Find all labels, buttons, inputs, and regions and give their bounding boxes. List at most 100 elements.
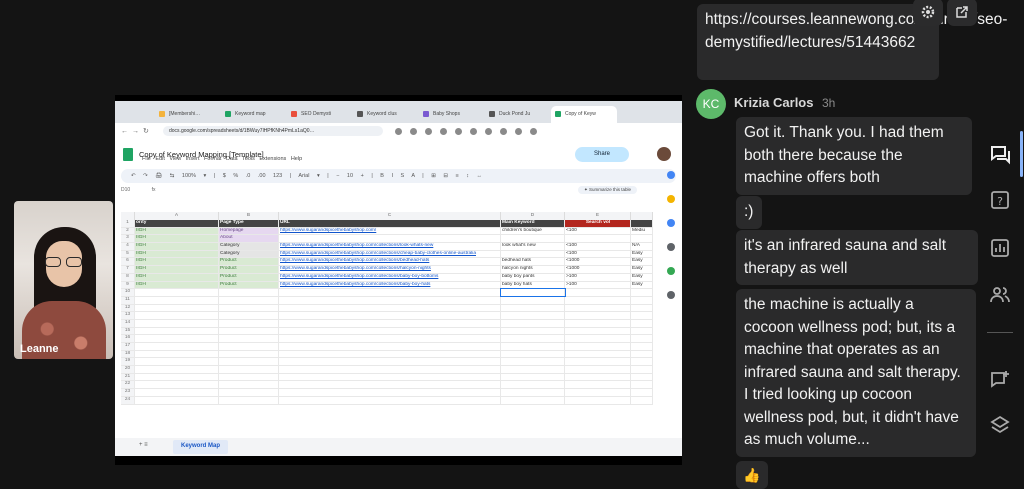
participant-video-tile[interactable]: Leanne xyxy=(14,201,113,359)
avatar[interactable]: KC xyxy=(696,89,726,119)
difficulty-cell[interactable] xyxy=(631,373,653,381)
table-row[interactable]: 20 xyxy=(121,366,653,374)
priority-cell[interactable] xyxy=(135,304,219,312)
summarize-table-button[interactable]: ✦ Summarize this table xyxy=(578,186,638,194)
search-vol-cell[interactable] xyxy=(565,381,631,389)
search-vol-cell[interactable] xyxy=(565,350,631,358)
priority-cell[interactable] xyxy=(135,389,219,396)
keyword-cell[interactable] xyxy=(501,389,565,396)
priority-cell[interactable] xyxy=(135,396,219,404)
keyword-cell[interactable]: baby boy hats xyxy=(501,281,565,289)
url-cell[interactable] xyxy=(279,343,501,350)
page-type-cell[interactable] xyxy=(219,373,279,381)
chat-message[interactable]: the machine is actually a cocoon wellnes… xyxy=(736,289,976,457)
priority-cell[interactable] xyxy=(135,296,219,304)
link-message[interactable]: https://courses.leannewong.co/courses/se… xyxy=(697,4,1007,80)
url-cell[interactable] xyxy=(279,358,501,366)
table-row[interactable]: 15 xyxy=(121,327,653,336)
difficulty-cell[interactable] xyxy=(631,366,653,373)
keyword-cell[interactable] xyxy=(501,358,565,366)
table-row[interactable]: 19 xyxy=(121,358,653,367)
table-row[interactable]: 5 IIGH Category https://www.sugarandspiceth… xyxy=(121,250,653,259)
page-type-cell[interactable] xyxy=(219,366,279,373)
table-row[interactable]: 18 xyxy=(121,350,653,359)
search-vol-cell[interactable]: <1000 xyxy=(565,258,631,266)
keyword-cell[interactable] xyxy=(501,343,565,350)
url-cell[interactable] xyxy=(279,296,501,304)
url-cell[interactable] xyxy=(279,304,501,312)
header-search-vol[interactable]: Search vol xyxy=(565,220,631,227)
page-type-cell[interactable] xyxy=(219,389,279,396)
cell-reference[interactable]: D10 xyxy=(121,187,130,193)
column-letter[interactable]: B xyxy=(219,212,279,220)
url-cell[interactable] xyxy=(279,327,501,335)
priority-cell[interactable]: IIGH xyxy=(135,235,219,243)
url-cell[interactable]: https://www.sugarandspicethebabyshop.com… xyxy=(279,227,501,235)
difficulty-cell[interactable]: Easy xyxy=(631,266,653,273)
priority-cell[interactable] xyxy=(135,312,219,319)
keyword-cell[interactable] xyxy=(501,396,565,404)
priority-cell[interactable] xyxy=(135,358,219,366)
header-page-type[interactable]: Page Type xyxy=(219,220,279,227)
question-icon[interactable]: ? xyxy=(989,189,1011,211)
priority-cell[interactable] xyxy=(135,381,219,389)
table-row[interactable]: 8 IIGH Product https://www.sugarandspicethe… xyxy=(121,273,653,282)
priority-cell[interactable]: IIGH xyxy=(135,281,219,289)
thumbs-up-reaction[interactable]: 👍 xyxy=(736,461,768,489)
difficulty-cell[interactable] xyxy=(631,335,653,342)
url-cell[interactable] xyxy=(279,350,501,358)
chat-message[interactable]: Got it. Thank you. I had them both there… xyxy=(736,117,972,195)
difficulty-cell[interactable] xyxy=(631,319,653,327)
sheet-grid[interactable]: A B C D E 1 ority Page Type URL Main Key… xyxy=(121,212,653,405)
table-row[interactable]: 23 xyxy=(121,389,653,397)
url-cell[interactable]: https://www.sugarandspicethebabyshop.com… xyxy=(279,250,501,258)
priority-cell[interactable] xyxy=(135,289,219,296)
table-row[interactable]: 13 xyxy=(121,312,653,320)
keyword-cell[interactable] xyxy=(501,366,565,373)
url-cell[interactable]: https://www.sugarandspicethebabyshop.com… xyxy=(279,258,501,266)
difficulty-cell[interactable]: Mediu xyxy=(631,227,653,235)
difficulty-cell[interactable] xyxy=(631,396,653,404)
priority-cell[interactable] xyxy=(135,327,219,335)
browser-tab[interactable]: Baby Shops xyxy=(419,106,485,123)
url-cell[interactable] xyxy=(279,389,501,396)
table-row[interactable]: 11 xyxy=(121,296,653,305)
keyword-cell[interactable]: look what's new xyxy=(501,243,565,250)
page-type-cell[interactable]: Category xyxy=(219,250,279,258)
priority-cell[interactable]: IIGH xyxy=(135,258,219,266)
table-row[interactable]: 2 IIGH Homepage https://www.sugarandspiceth… xyxy=(121,227,653,236)
page-type-cell[interactable]: Homepage xyxy=(219,227,279,235)
table-row[interactable]: 22 xyxy=(121,381,653,390)
search-vol-cell[interactable]: <100 xyxy=(565,227,631,235)
difficulty-cell[interactable] xyxy=(631,304,653,312)
url-cell[interactable]: https://www.sugarandspicethebabyshop.com… xyxy=(279,243,501,250)
column-letter[interactable]: D xyxy=(501,212,565,220)
page-type-cell[interactable]: About xyxy=(219,235,279,243)
priority-cell[interactable] xyxy=(135,319,219,327)
keyword-cell[interactable]: bedhead hats xyxy=(501,258,565,266)
table-row[interactable]: 16 xyxy=(121,335,653,343)
page-type-cell[interactable] xyxy=(219,327,279,335)
side-panel-icons[interactable] xyxy=(660,171,682,431)
browser-nav-icons[interactable]: ←→↻ xyxy=(121,127,163,135)
table-row[interactable]: 10 xyxy=(121,288,653,297)
keyword-cell[interactable] xyxy=(501,312,565,319)
page-type-cell[interactable] xyxy=(219,343,279,350)
search-vol-cell[interactable]: <100 xyxy=(565,250,631,258)
keyword-cell[interactable] xyxy=(501,296,565,304)
message-author[interactable]: Krizia Carlos xyxy=(734,95,813,110)
table-row[interactable]: 3 IIGH About xyxy=(121,235,653,244)
browser-tab[interactable]: SEO Demysti xyxy=(287,106,353,123)
difficulty-cell[interactable]: Easy xyxy=(631,273,653,281)
priority-cell[interactable] xyxy=(135,343,219,350)
priority-cell[interactable] xyxy=(135,335,219,342)
url-cell[interactable]: https://www.sugarandspicethebabyshop.com… xyxy=(279,273,501,281)
table-row[interactable]: 4 IIGH Category https://www.sugarandspiceth… xyxy=(121,243,653,251)
shared-screen[interactable]: [Membershi… Keyword map SEO Demysti Keyw… xyxy=(115,95,682,465)
search-vol-cell[interactable] xyxy=(565,335,631,342)
table-row[interactable]: 6 IIGH Product https://www.sugarandspicethe… xyxy=(121,258,653,267)
add-sheet-button[interactable]: + ≡ xyxy=(139,442,148,448)
page-type-cell[interactable] xyxy=(219,350,279,358)
browser-tab[interactable]: [Membershi… xyxy=(155,106,221,123)
extension-icons[interactable] xyxy=(395,127,537,135)
